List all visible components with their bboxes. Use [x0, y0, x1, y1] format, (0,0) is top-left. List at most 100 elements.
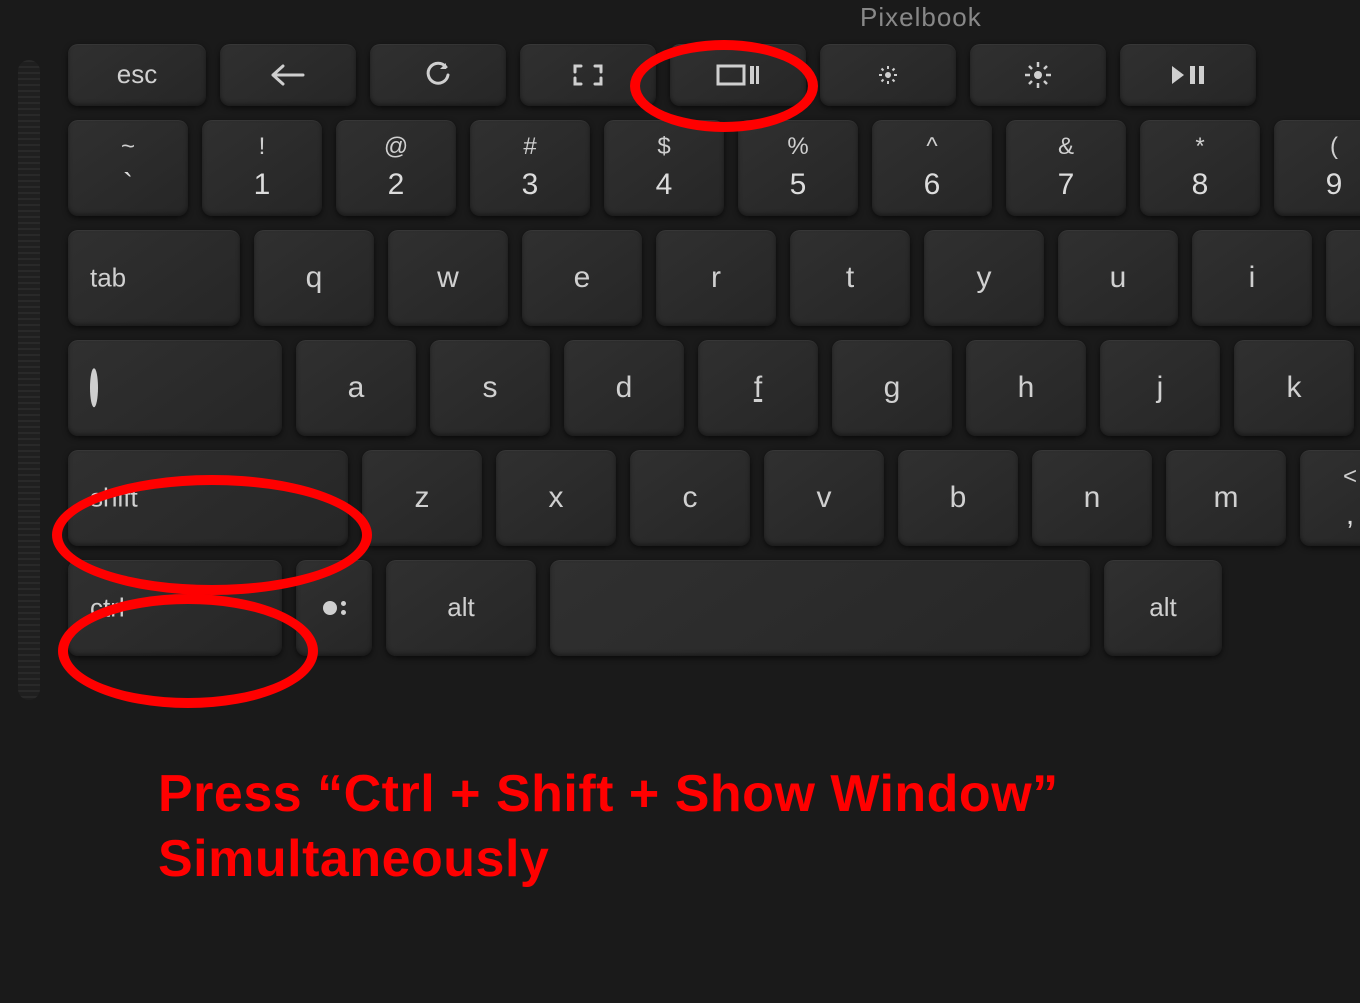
two-key[interactable]: @2 [336, 120, 456, 216]
key-lower: 7 [1058, 167, 1075, 203]
d-key[interactable]: d [564, 340, 684, 436]
key-label: h [1018, 370, 1035, 406]
refresh-key[interactable] [370, 44, 506, 106]
keyboard: e s c [68, 44, 1360, 656]
m-key[interactable]: m [1166, 450, 1286, 546]
r-key[interactable]: r [656, 230, 776, 326]
device-brand-label: Pixelbook [860, 2, 982, 33]
key-label: alt [447, 592, 474, 623]
key-label: q [306, 260, 323, 296]
brightness-up-key[interactable] [970, 44, 1106, 106]
search-key[interactable] [68, 340, 282, 436]
alt-key[interactable]: alt [386, 560, 536, 656]
five-key[interactable]: %5 [738, 120, 858, 216]
key-label: shift [90, 482, 138, 513]
key-label: n [1084, 480, 1101, 516]
key-label: ctrl [90, 592, 125, 623]
c-key[interactable]: c [630, 450, 750, 546]
j-key[interactable]: j [1100, 340, 1220, 436]
shift-key[interactable]: shift [68, 450, 348, 546]
e-key[interactable]: e [522, 230, 642, 326]
s-key[interactable]: s [430, 340, 550, 436]
three-key[interactable]: #3 [470, 120, 590, 216]
brightness-down-icon [877, 64, 899, 86]
key-lower: 9 [1326, 167, 1343, 203]
show-windows-icon [716, 63, 760, 87]
brightness-up-icon [1024, 61, 1052, 89]
key-lower: 1 [254, 167, 271, 203]
ctrl-key[interactable]: ctrl [68, 560, 282, 656]
k-key[interactable]: k [1234, 340, 1354, 436]
key-label: esc [117, 59, 157, 90]
key-label: m [1214, 480, 1239, 516]
key-lower: 2 [388, 167, 405, 203]
key-lower: 4 [656, 167, 673, 203]
alt-right-key[interactable]: alt [1104, 560, 1222, 656]
key-label: u [1110, 260, 1127, 296]
i-key[interactable]: i [1192, 230, 1312, 326]
key-label: tab [90, 262, 126, 293]
key-upper: $ [657, 133, 670, 162]
b-key[interactable]: b [898, 450, 1018, 546]
nine-key[interactable]: (9 [1274, 120, 1360, 216]
v-key[interactable]: v [764, 450, 884, 546]
four-key[interactable]: $4 [604, 120, 724, 216]
one-key[interactable]: !1 [202, 120, 322, 216]
key-label: i [1249, 260, 1256, 296]
back-key[interactable] [220, 44, 356, 106]
key-label: v [817, 480, 832, 516]
t-key[interactable]: t [790, 230, 910, 326]
x-key[interactable]: x [496, 450, 616, 546]
z-key[interactable]: z [362, 450, 482, 546]
key-upper: < [1343, 463, 1357, 492]
n-key[interactable]: n [1032, 450, 1152, 546]
assistant-icon [323, 601, 346, 615]
play-pause-icon [1170, 64, 1206, 86]
key-lower: ` [123, 167, 133, 203]
key-lower: 6 [924, 167, 941, 203]
q-key[interactable]: q [254, 230, 374, 326]
comma-key[interactable]: <, [1300, 450, 1360, 546]
key-upper: @ [384, 133, 408, 162]
key-label: k [1287, 370, 1302, 406]
number-row: ~` !1 @2 #3 $4 %5 ^6 &7 *8 (9 [68, 120, 1360, 216]
backtick-key[interactable]: ~` [68, 120, 188, 216]
play-pause-key[interactable] [1120, 44, 1256, 106]
bottom-letter-row: shift z x c v b n m <, [68, 450, 1360, 546]
fullscreen-icon [573, 64, 603, 86]
key-upper: ^ [926, 133, 937, 162]
key-label: j [1157, 370, 1164, 406]
search-ring-icon [90, 371, 98, 405]
tab-key[interactable]: tab [68, 230, 240, 326]
refresh-icon [424, 61, 452, 89]
o-key[interactable]: o [1326, 230, 1360, 326]
key-label: x [549, 480, 564, 516]
key-label: y [977, 260, 992, 296]
key-label: w [437, 260, 459, 296]
show-windows-key[interactable] [670, 44, 806, 106]
h-key[interactable]: h [966, 340, 1086, 436]
key-label: e [574, 260, 591, 296]
key-label: z [415, 480, 430, 516]
u-key[interactable]: u [1058, 230, 1178, 326]
g-key[interactable]: g [832, 340, 952, 436]
eight-key[interactable]: *8 [1140, 120, 1260, 216]
brightness-down-key[interactable] [820, 44, 956, 106]
esc-key[interactable]: esc [68, 44, 206, 106]
key-upper: % [787, 133, 808, 162]
key-label: a [348, 370, 365, 406]
a-key[interactable]: a [296, 340, 416, 436]
instruction-caption: Press “Ctrl + Shift + Show Window” Simul… [158, 762, 1360, 892]
w-key[interactable]: w [388, 230, 508, 326]
f-key[interactable]: f [698, 340, 818, 436]
y-key[interactable]: y [924, 230, 1044, 326]
space-key[interactable] [550, 560, 1090, 656]
assistant-key[interactable] [296, 560, 372, 656]
fullscreen-key[interactable] [520, 44, 656, 106]
function-row: esc [68, 44, 1360, 106]
key-label: c [683, 480, 698, 516]
key-upper: # [523, 133, 536, 162]
key-lower: 5 [790, 167, 807, 203]
seven-key[interactable]: &7 [1006, 120, 1126, 216]
six-key[interactable]: ^6 [872, 120, 992, 216]
